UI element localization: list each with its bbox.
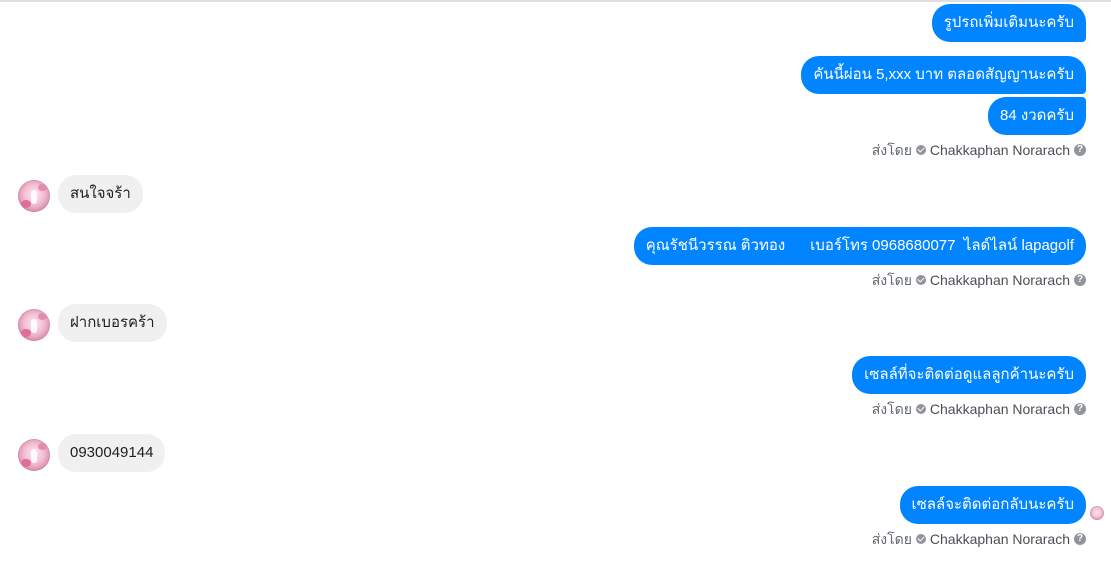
contact-avatar[interactable] xyxy=(18,439,50,471)
question-circle-icon[interactable]: ? xyxy=(1074,274,1086,286)
sent-by-line: ส่งโดย Chakkaphan Norarach ? xyxy=(872,141,1086,159)
sent-by-line: ส่งโดย Chakkaphan Norarach ? xyxy=(872,271,1086,289)
outgoing-message-bubble[interactable]: รูปรถเพิ่มเติมนะครับ xyxy=(931,4,1086,42)
outgoing-message-bubble[interactable]: เซลล์ที่จะติดต่อดูแลลูกค้านะครับ xyxy=(852,356,1086,394)
outgoing-message-bubble[interactable]: 84 งวดครับ xyxy=(988,97,1086,135)
question-circle-icon[interactable]: ? xyxy=(1074,144,1086,156)
incoming-message-bubble[interactable]: สนใจจร้า xyxy=(58,175,143,213)
outgoing-message-bubble[interactable]: คันนี้ผ่อน 5,xxx บาท ตลอดสัญญานะครับ xyxy=(801,56,1086,94)
question-circle-icon[interactable]: ? xyxy=(1074,533,1086,545)
sender-name[interactable]: Chakkaphan Norarach xyxy=(930,141,1070,159)
top-divider xyxy=(0,0,1111,2)
outgoing-message-bubble[interactable]: คุณรัชนีวรรณ ติวทอง เบอร์โทร 0968680077 … xyxy=(633,227,1086,265)
sender-name[interactable]: Chakkaphan Norarach xyxy=(930,530,1070,548)
check-badge-icon xyxy=(915,534,926,544)
sender-name[interactable]: Chakkaphan Norarach xyxy=(930,271,1070,289)
sent-by-label: ส่งโดย xyxy=(871,401,912,417)
seen-avatar-icon xyxy=(1090,506,1104,520)
sent-by-label: ส่งโดย xyxy=(871,142,912,158)
contact-avatar[interactable] xyxy=(18,309,50,341)
check-badge-icon xyxy=(915,145,926,155)
check-badge-icon xyxy=(915,275,926,285)
contact-avatar[interactable] xyxy=(18,180,50,212)
outgoing-message-bubble[interactable]: เซลล์จะติดต่อกลับนะครับ xyxy=(899,486,1086,524)
incoming-message-bubble[interactable]: 0930049144 xyxy=(58,434,166,472)
sent-by-label: ส่งโดย xyxy=(871,531,912,547)
sent-by-line: ส่งโดย Chakkaphan Norarach ? xyxy=(872,400,1086,418)
check-badge-icon xyxy=(915,404,926,414)
incoming-message-bubble[interactable]: ฝากเบอรคร้า xyxy=(58,304,167,342)
sender-name[interactable]: Chakkaphan Norarach xyxy=(930,400,1070,418)
sent-by-line: ส่งโดย Chakkaphan Norarach ? xyxy=(872,530,1086,548)
question-circle-icon[interactable]: ? xyxy=(1074,403,1086,415)
sent-by-label: ส่งโดย xyxy=(871,272,912,288)
